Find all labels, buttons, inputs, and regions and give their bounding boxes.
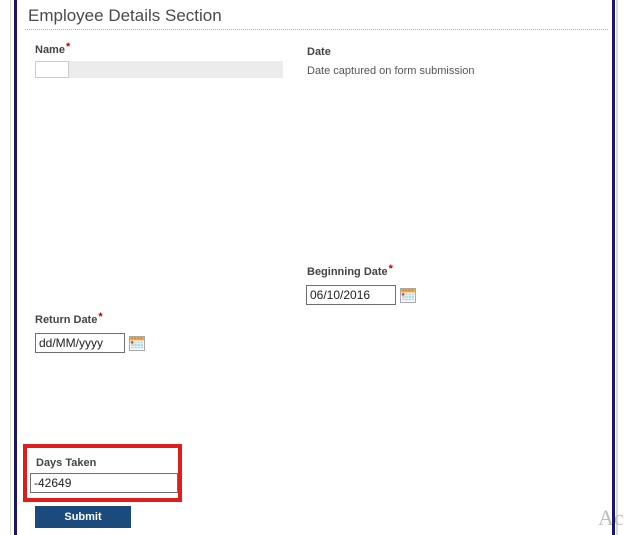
section-title: Employee Details Section: [28, 6, 222, 25]
beginning-date-label: Beginning Date*: [307, 263, 393, 278]
form-page: Employee Details Section Name* Date Date…: [0, 0, 628, 535]
calendar-icon[interactable]: [400, 287, 416, 303]
name-input[interactable]: [35, 61, 69, 78]
left-edge-shadow: [10, 0, 11, 535]
days-taken-label: Days Taken: [36, 457, 97, 469]
watermark-text: Ac: [598, 505, 624, 530]
required-marker: *: [98, 311, 103, 323]
days-taken-input[interactable]: [30, 473, 178, 493]
name-label: Name*: [35, 41, 71, 56]
left-page-border: [14, 0, 17, 535]
calendar-icon[interactable]: [129, 335, 145, 351]
date-help-text: Date captured on form submission: [307, 65, 475, 77]
submit-button[interactable]: Submit: [35, 506, 131, 528]
return-date-label: Return Date*: [35, 311, 103, 326]
right-page-border: [612, 0, 615, 535]
right-edge-shadow: [616, 0, 618, 535]
section-title-divider: [25, 29, 608, 30]
required-marker: *: [388, 263, 393, 275]
name-field-background: [35, 61, 283, 78]
required-marker: *: [65, 41, 71, 53]
beginning-date-input[interactable]: [306, 285, 396, 305]
return-date-input[interactable]: [35, 333, 125, 353]
date-label: Date: [307, 46, 331, 58]
